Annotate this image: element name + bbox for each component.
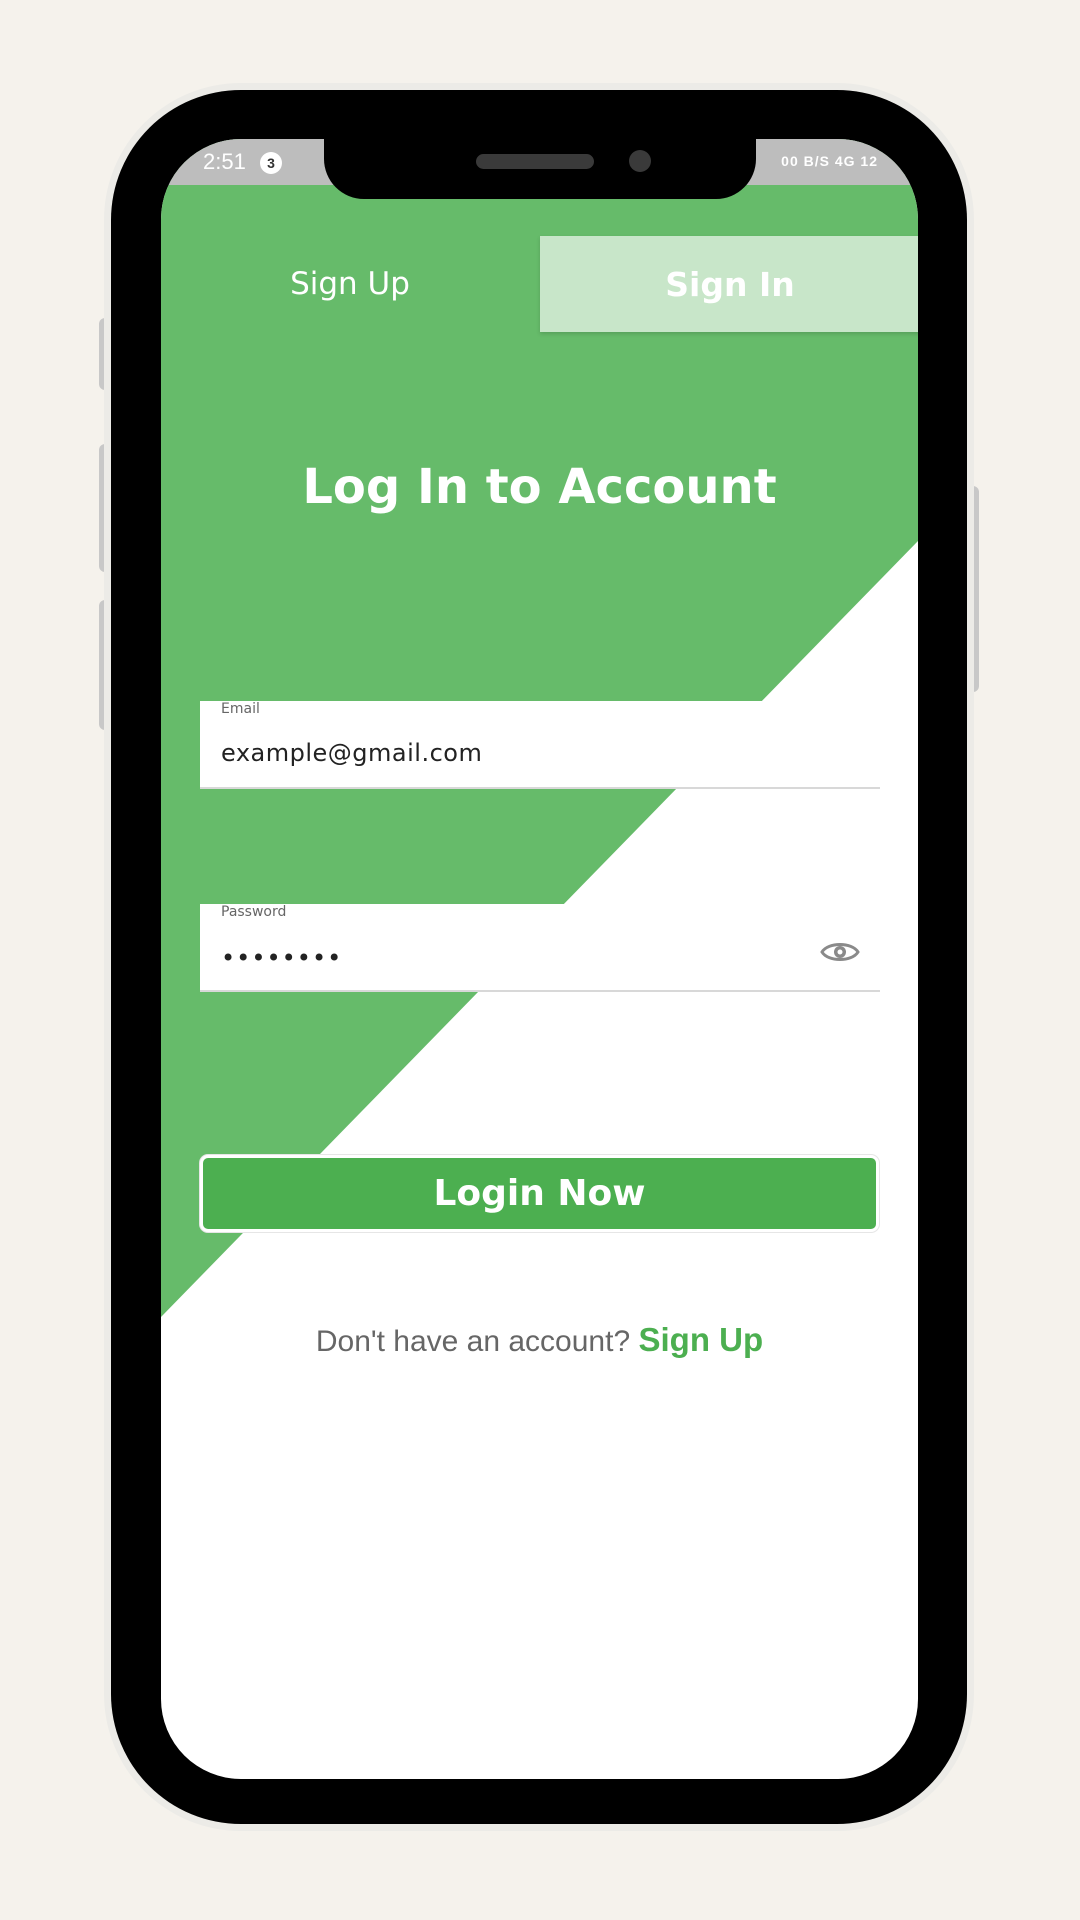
login-now-button[interactable]: Login Now — [200, 1155, 879, 1232]
signup-prompt: Don't have an account? Sign Up — [161, 1321, 918, 1359]
email-field-label: Email — [221, 701, 260, 717]
speaker-grille — [476, 154, 594, 169]
phone-side-button-right — [967, 486, 979, 692]
password-field-value[interactable]: •••••••• — [221, 944, 342, 972]
email-field-value[interactable]: example@gmail.com — [221, 739, 482, 767]
password-field[interactable]: Password •••••••• — [200, 904, 880, 992]
status-indicators: 00 B/S 4G 12 — [781, 153, 878, 169]
phone-side-button-left-1 — [99, 318, 111, 390]
phone-side-button-left-3 — [99, 600, 111, 730]
front-camera — [629, 150, 651, 172]
tab-sign-in[interactable]: Sign In — [540, 236, 918, 332]
signup-prompt-text: Don't have an account? — [315, 1325, 631, 1358]
tab-sign-up[interactable]: Sign Up — [161, 236, 539, 332]
page-title: Log In to Account — [302, 459, 777, 515]
notification-count-badge: 3 — [260, 152, 282, 174]
password-field-label: Password — [221, 904, 287, 920]
email-field[interactable]: Email example@gmail.com — [200, 701, 880, 789]
status-time: 2:51 — [203, 149, 246, 174]
signup-link[interactable]: Sign Up — [638, 1321, 763, 1358]
phone-side-button-left-2 — [99, 444, 111, 572]
phone-screen: 2:51 3 00 B/S 4G 12 Sign Up Sign In Log … — [161, 139, 918, 1779]
phone-notch — [324, 139, 756, 199]
eye-icon[interactable] — [820, 940, 860, 964]
